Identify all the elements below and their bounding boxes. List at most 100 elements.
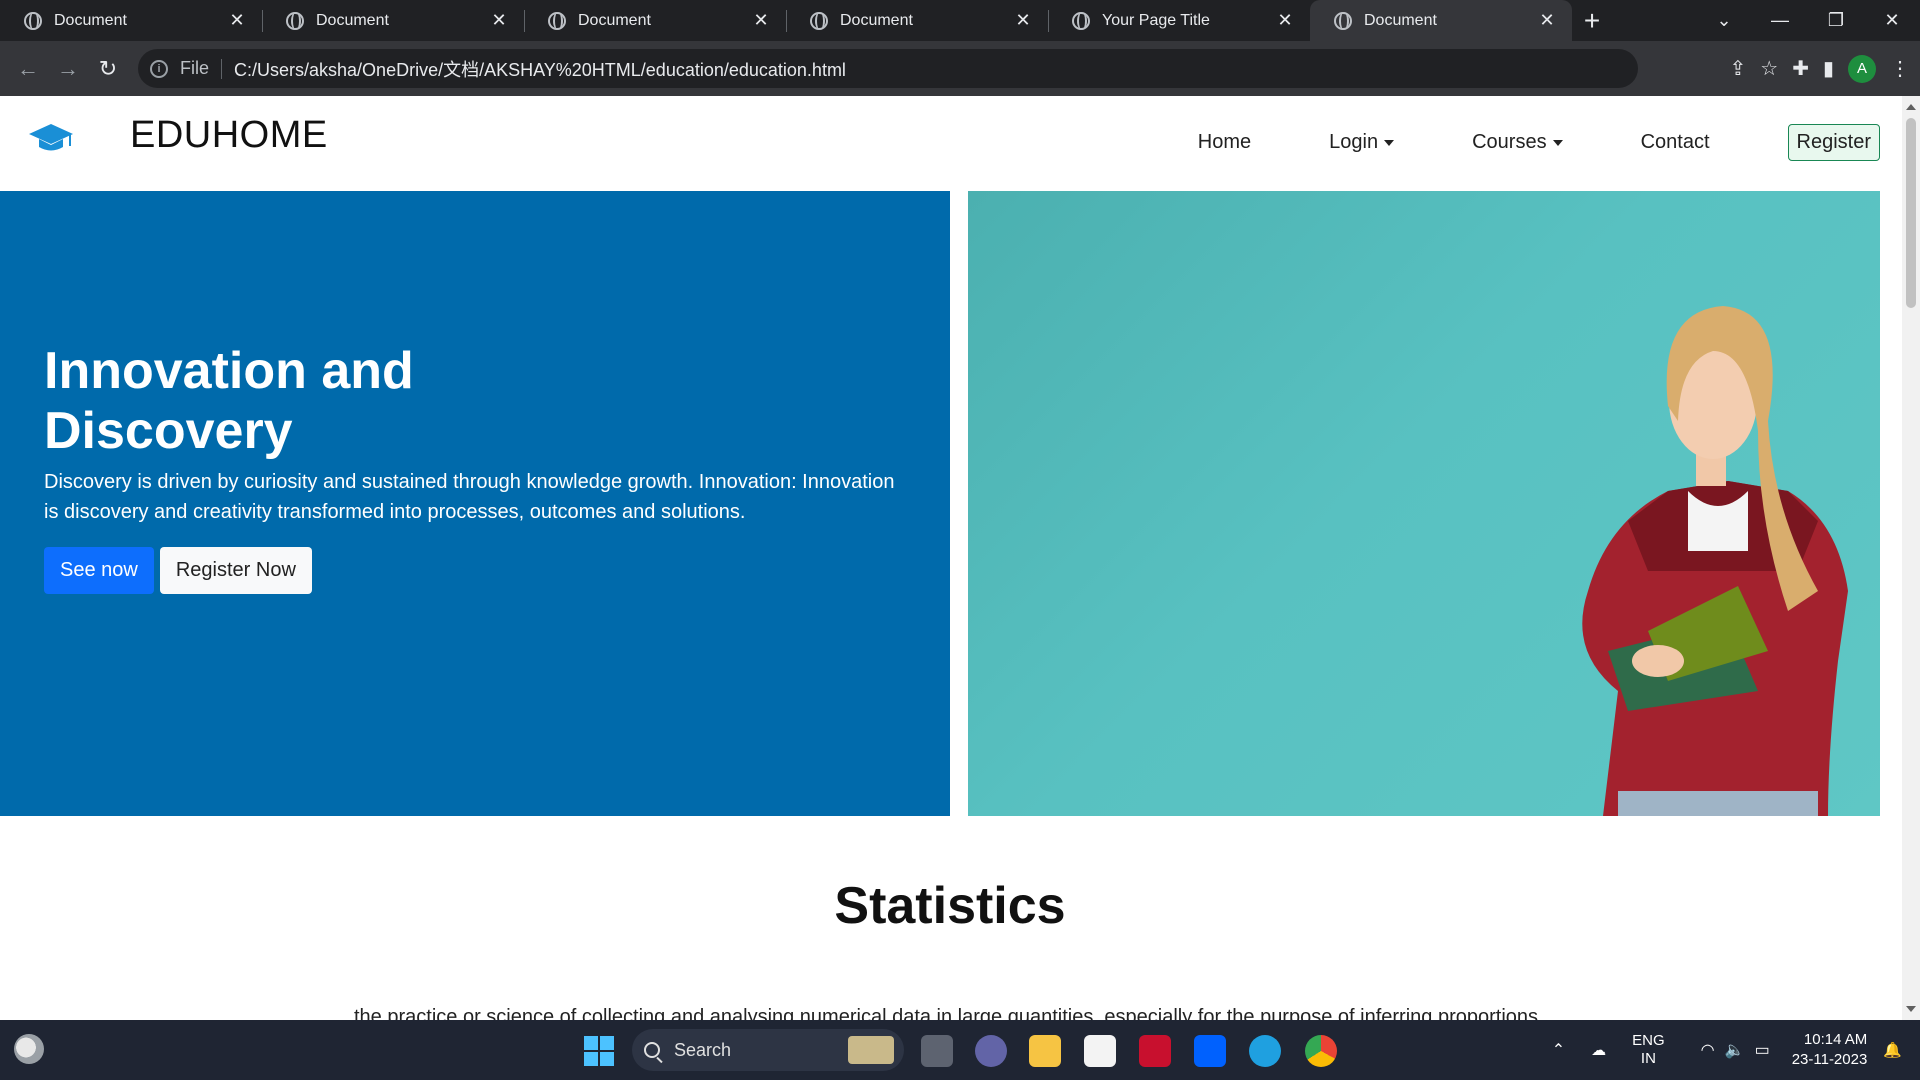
see-now-button[interactable]: See now: [44, 547, 154, 594]
hero-image: [968, 191, 1880, 816]
divider: [221, 58, 223, 79]
volume-icon[interactable]: 🔈: [1725, 1040, 1745, 1060]
page-scrollbar[interactable]: [1902, 96, 1920, 1020]
edge-icon[interactable]: [1249, 1035, 1281, 1067]
scroll-up-icon[interactable]: [1906, 104, 1916, 110]
chrome-icon[interactable]: [1305, 1035, 1337, 1067]
bookmark-star-icon[interactable]: ☆: [1760, 56, 1778, 81]
weather-icon[interactable]: [14, 1034, 44, 1064]
tab-strip: Document ✕ Document ✕ Document ✕ Documen…: [0, 0, 1920, 41]
language-indicator[interactable]: ENG IN: [1632, 1032, 1665, 1068]
new-tab-button[interactable]: +: [1572, 0, 1612, 41]
hero-title-line2: Discovery: [44, 402, 293, 460]
windows-start-icon[interactable]: [584, 1036, 614, 1066]
tab-title: Document: [578, 11, 651, 29]
battery-icon[interactable]: ▭: [1755, 1040, 1770, 1060]
search-icon: [644, 1042, 660, 1058]
forward-icon[interactable]: →: [48, 49, 88, 89]
hero-title-line1: Innovation and: [44, 342, 414, 400]
profile-avatar[interactable]: A: [1848, 54, 1876, 83]
dropbox-icon[interactable]: [1194, 1035, 1226, 1067]
clock[interactable]: 10:14 AM 23-11-2023: [1792, 1030, 1868, 1070]
close-window-icon[interactable]: ✕: [1864, 10, 1920, 31]
side-panel-icon[interactable]: ▮: [1823, 56, 1834, 81]
hero-title: Innovation and Discovery: [44, 341, 544, 461]
task-view-icon[interactable]: [921, 1035, 953, 1067]
nav-contact[interactable]: Contact: [1641, 131, 1710, 154]
nav-login-dropdown[interactable]: Login: [1329, 131, 1395, 154]
browser-tab[interactable]: Document ✕: [786, 0, 1048, 41]
tab-title: Document: [54, 11, 127, 29]
statistics-heading: Statistics: [834, 877, 1066, 935]
url-text[interactable]: C:/Users/aksha/OneDrive/文档/AKSHAY%20HTML…: [234, 56, 846, 82]
caret-down-icon: [1552, 139, 1563, 146]
browser-tab[interactable]: Document ✕: [524, 0, 786, 41]
toolbar-actions: ⇪ ☆ ✚ ▮ A ⋮: [1730, 41, 1910, 96]
browser-tab[interactable]: Document ✕: [262, 0, 524, 41]
close-icon[interactable]: ✕: [1276, 10, 1294, 31]
menu-kebab-icon[interactable]: ⋮: [1890, 56, 1910, 81]
window-controls: ⌄ — ❐ ✕: [1696, 0, 1920, 41]
notification-bell-icon[interactable]: 🔔: [1883, 1041, 1902, 1059]
nav-login-label: Login: [1329, 131, 1379, 153]
clock-time: 10:14 AM: [1803, 1031, 1868, 1048]
browser-tab-active[interactable]: Document ✕: [1310, 0, 1572, 41]
nav-courses-dropdown[interactable]: Courses: [1472, 131, 1563, 154]
nav-courses-label: Courses: [1472, 131, 1547, 153]
tab-title: Document: [1364, 11, 1437, 29]
file-explorer-icon[interactable]: [1029, 1035, 1061, 1067]
close-icon[interactable]: ✕: [1014, 10, 1032, 31]
globe-icon: [1072, 11, 1090, 30]
hero-buttons: See now Register Now: [44, 547, 312, 594]
restore-icon[interactable]: ❐: [1808, 10, 1864, 31]
reload-icon[interactable]: ↻: [88, 49, 128, 89]
nav-home[interactable]: Home: [1198, 131, 1251, 154]
tab-title: Document: [840, 11, 913, 29]
brand[interactable]: EDUHOME: [28, 114, 328, 157]
caret-down-icon: [1384, 139, 1395, 146]
register-now-button[interactable]: Register Now: [159, 547, 312, 594]
hero-text: Discovery is driven by curiosity and sus…: [44, 471, 895, 523]
close-icon[interactable]: ✕: [228, 10, 246, 31]
info-icon[interactable]: i: [150, 59, 168, 78]
scrollbar-thumb[interactable]: [1906, 118, 1916, 308]
close-icon[interactable]: ✕: [752, 10, 770, 31]
close-icon[interactable]: ✕: [1538, 10, 1556, 31]
clock-date: 23-11-2023: [1791, 1051, 1868, 1068]
teams-chat-icon[interactable]: [975, 1035, 1007, 1067]
brand-name: EDUHOME: [130, 114, 328, 156]
close-icon[interactable]: ✕: [490, 10, 508, 31]
statistics-text: the practice or science of collecting an…: [354, 1006, 1539, 1020]
globe-icon: [810, 11, 828, 30]
search-highlight-image: [848, 1036, 894, 1064]
globe-icon: [1334, 11, 1352, 30]
address-bar[interactable]: i File C:/Users/aksha/OneDrive/文档/AKSHAY…: [138, 49, 1638, 88]
search-label: Search: [674, 1039, 732, 1060]
extensions-icon[interactable]: ✚: [1792, 56, 1809, 81]
globe-icon: [24, 11, 42, 30]
scroll-down-icon[interactable]: [1906, 1006, 1916, 1012]
share-icon[interactable]: ⇪: [1730, 56, 1747, 81]
region-code: IN: [1640, 1050, 1656, 1067]
minimize-icon[interactable]: —: [1752, 10, 1808, 31]
browser-tab[interactable]: Your Page Title ✕: [1048, 0, 1310, 41]
nav-links: Home Login Courses Contact Register: [1198, 124, 1880, 161]
taskbar: Search ⌃ ☁ ENG IN ◠ 🔈 ▭ 10:14 AM 23-11-2…: [0, 1020, 1920, 1080]
graduation-cap-icon: [29, 123, 73, 150]
student-reading-illustration: [1582, 306, 1848, 816]
chevron-up-icon[interactable]: ⌃: [1552, 1040, 1565, 1060]
tab-search-icon[interactable]: ⌄: [1696, 10, 1752, 31]
mcafee-icon[interactable]: [1139, 1035, 1171, 1067]
web-page: EDUHOME Home Login Courses Contact Regis…: [0, 96, 1902, 1020]
browser-toolbar: ← → ↻ i File C:/Users/aksha/OneDrive/文档/…: [0, 41, 1920, 96]
microsoft-store-icon[interactable]: [1084, 1035, 1116, 1067]
onedrive-icon[interactable]: ☁: [1591, 1041, 1606, 1059]
browser-tab[interactable]: Document ✕: [0, 0, 262, 41]
system-tray: ⌃ ☁ ENG IN ◠ 🔈 ▭ 10:14 AM 23-11-2023 🔔: [1552, 1020, 1920, 1080]
taskbar-search[interactable]: Search: [632, 1029, 904, 1071]
site-navbar: EDUHOME Home Login Courses Contact Regis…: [0, 96, 1902, 191]
register-button[interactable]: Register: [1787, 124, 1880, 161]
wifi-icon[interactable]: ◠: [1701, 1040, 1715, 1060]
tab-title: Document: [316, 11, 389, 29]
back-icon[interactable]: ←: [8, 49, 48, 89]
